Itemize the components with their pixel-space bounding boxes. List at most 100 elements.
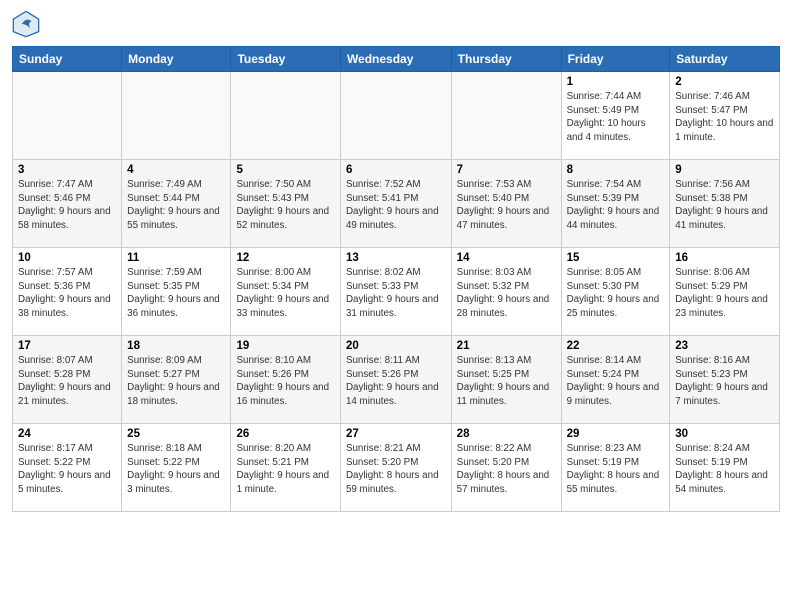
calendar-cell: 24 Sunrise: 8:17 AM Sunset: 5:22 PM Dayli… [13, 424, 122, 512]
day-number: 12 [236, 252, 334, 264]
day-info: Sunrise: 8:16 AM Sunset: 5:23 PM Dayligh… [675, 354, 774, 409]
day-info: Sunrise: 8:11 AM Sunset: 5:26 PM Dayligh… [346, 354, 446, 409]
calendar-cell: 4 Sunrise: 7:49 AM Sunset: 5:44 PM Daylig… [122, 160, 231, 248]
day-number: 13 [346, 252, 446, 264]
day-number: 7 [457, 164, 556, 176]
calendar-cell: 30 Sunrise: 8:24 AM Sunset: 5:19 PM Dayli… [670, 424, 780, 512]
calendar-header-friday: Friday [561, 47, 670, 72]
day-number: 19 [236, 340, 334, 352]
day-info: Sunrise: 8:03 AM Sunset: 5:32 PM Dayligh… [457, 266, 556, 321]
calendar-cell [340, 72, 451, 160]
day-info: Sunrise: 7:49 AM Sunset: 5:44 PM Dayligh… [127, 178, 225, 233]
day-info: Sunrise: 8:06 AM Sunset: 5:29 PM Dayligh… [675, 266, 774, 321]
day-number: 2 [675, 76, 774, 88]
calendar-week-2: 3 Sunrise: 7:47 AM Sunset: 5:46 PM Daylig… [13, 160, 780, 248]
calendar-cell: 18 Sunrise: 8:09 AM Sunset: 5:27 PM Dayli… [122, 336, 231, 424]
day-number: 4 [127, 164, 225, 176]
calendar-cell: 9 Sunrise: 7:56 AM Sunset: 5:38 PM Daylig… [670, 160, 780, 248]
day-info: Sunrise: 8:14 AM Sunset: 5:24 PM Dayligh… [567, 354, 665, 409]
calendar-cell [231, 72, 340, 160]
day-number: 3 [18, 164, 116, 176]
day-number: 15 [567, 252, 665, 264]
day-number: 18 [127, 340, 225, 352]
day-info: Sunrise: 8:22 AM Sunset: 5:20 PM Dayligh… [457, 442, 556, 497]
calendar-cell: 2Sunrise: 7:46 AM Sunset: 5:47 PM Daylig… [670, 72, 780, 160]
day-info: Sunrise: 8:07 AM Sunset: 5:28 PM Dayligh… [18, 354, 116, 409]
day-info: Sunrise: 7:56 AM Sunset: 5:38 PM Dayligh… [675, 178, 774, 233]
day-number: 1 [567, 76, 665, 88]
calendar-cell: 12 Sunrise: 8:00 AM Sunset: 5:34 PM Dayli… [231, 248, 340, 336]
calendar-week-3: 10Sunrise: 7:57 AM Sunset: 5:36 PM Dayli… [13, 248, 780, 336]
calendar-week-4: 17 Sunrise: 8:07 AM Sunset: 5:28 PM Dayli… [13, 336, 780, 424]
day-info: Sunrise: 8:05 AM Sunset: 5:30 PM Dayligh… [567, 266, 665, 321]
day-info: Sunrise: 8:09 AM Sunset: 5:27 PM Dayligh… [127, 354, 225, 409]
day-info: Sunrise: 7:50 AM Sunset: 5:43 PM Dayligh… [236, 178, 334, 233]
calendar-cell: 26 Sunrise: 8:20 AM Sunset: 5:21 PM Dayli… [231, 424, 340, 512]
day-info: Sunrise: 8:02 AM Sunset: 5:33 PM Dayligh… [346, 266, 446, 321]
day-info: Sunrise: 7:47 AM Sunset: 5:46 PM Dayligh… [18, 178, 116, 233]
calendar-week-5: 24 Sunrise: 8:17 AM Sunset: 5:22 PM Dayli… [13, 424, 780, 512]
day-info: Sunrise: 8:10 AM Sunset: 5:26 PM Dayligh… [236, 354, 334, 409]
calendar-cell: 25 Sunrise: 8:18 AM Sunset: 5:22 PM Dayli… [122, 424, 231, 512]
calendar-week-1: 1 Sunrise: 7:44 AM Sunset: 5:49 PM Daylig… [13, 72, 780, 160]
day-info: Sunrise: 8:21 AM Sunset: 5:20 PM Dayligh… [346, 442, 446, 497]
day-number: 16 [675, 252, 774, 264]
header [12, 10, 780, 38]
day-info: Sunrise: 7:52 AM Sunset: 5:41 PM Dayligh… [346, 178, 446, 233]
calendar-cell: 8 Sunrise: 7:54 AM Sunset: 5:39 PM Daylig… [561, 160, 670, 248]
calendar-header-tuesday: Tuesday [231, 47, 340, 72]
day-info: Sunrise: 8:17 AM Sunset: 5:22 PM Dayligh… [18, 442, 116, 497]
calendar-cell: 11Sunrise: 7:59 AM Sunset: 5:35 PM Dayli… [122, 248, 231, 336]
calendar-cell: 7 Sunrise: 7:53 AM Sunset: 5:40 PM Daylig… [451, 160, 561, 248]
calendar-cell: 3 Sunrise: 7:47 AM Sunset: 5:46 PM Daylig… [13, 160, 122, 248]
calendar-cell: 16 Sunrise: 8:06 AM Sunset: 5:29 PM Dayli… [670, 248, 780, 336]
calendar-cell: 15 Sunrise: 8:05 AM Sunset: 5:30 PM Dayli… [561, 248, 670, 336]
calendar: SundayMondayTuesdayWednesdayThursdayFrid… [12, 46, 780, 512]
day-number: 8 [567, 164, 665, 176]
calendar-cell: 27 Sunrise: 8:21 AM Sunset: 5:20 PM Dayli… [340, 424, 451, 512]
calendar-header-thursday: Thursday [451, 47, 561, 72]
day-number: 5 [236, 164, 334, 176]
calendar-header-wednesday: Wednesday [340, 47, 451, 72]
day-number: 30 [675, 428, 774, 440]
day-info: Sunrise: 8:00 AM Sunset: 5:34 PM Dayligh… [236, 266, 334, 321]
calendar-header-sunday: Sunday [13, 47, 122, 72]
day-number: 9 [675, 164, 774, 176]
day-number: 23 [675, 340, 774, 352]
calendar-cell: 22Sunrise: 8:14 AM Sunset: 5:24 PM Dayli… [561, 336, 670, 424]
day-info: Sunrise: 8:20 AM Sunset: 5:21 PM Dayligh… [236, 442, 334, 497]
day-info: Sunrise: 8:13 AM Sunset: 5:25 PM Dayligh… [457, 354, 556, 409]
calendar-header-row: SundayMondayTuesdayWednesdayThursdayFrid… [13, 47, 780, 72]
day-info: Sunrise: 8:24 AM Sunset: 5:19 PM Dayligh… [675, 442, 774, 497]
day-info: Sunrise: 8:18 AM Sunset: 5:22 PM Dayligh… [127, 442, 225, 497]
page: SundayMondayTuesdayWednesdayThursdayFrid… [0, 0, 792, 612]
day-info: Sunrise: 7:44 AM Sunset: 5:49 PM Dayligh… [567, 90, 665, 145]
day-number: 6 [346, 164, 446, 176]
calendar-cell [122, 72, 231, 160]
day-number: 29 [567, 428, 665, 440]
calendar-cell: 28 Sunrise: 8:22 AM Sunset: 5:20 PM Dayli… [451, 424, 561, 512]
calendar-cell: 20 Sunrise: 8:11 AM Sunset: 5:26 PM Dayli… [340, 336, 451, 424]
day-number: 24 [18, 428, 116, 440]
calendar-cell: 10Sunrise: 7:57 AM Sunset: 5:36 PM Dayli… [13, 248, 122, 336]
day-number: 14 [457, 252, 556, 264]
day-number: 27 [346, 428, 446, 440]
logo [12, 10, 44, 38]
logo-icon [12, 10, 40, 38]
day-number: 28 [457, 428, 556, 440]
day-number: 20 [346, 340, 446, 352]
day-info: Sunrise: 7:59 AM Sunset: 5:35 PM Dayligh… [127, 266, 225, 321]
calendar-header-monday: Monday [122, 47, 231, 72]
calendar-header-saturday: Saturday [670, 47, 780, 72]
day-info: Sunrise: 7:54 AM Sunset: 5:39 PM Dayligh… [567, 178, 665, 233]
day-number: 17 [18, 340, 116, 352]
calendar-cell: 19 Sunrise: 8:10 AM Sunset: 5:26 PM Dayli… [231, 336, 340, 424]
calendar-cell: 5 Sunrise: 7:50 AM Sunset: 5:43 PM Daylig… [231, 160, 340, 248]
day-info: Sunrise: 7:53 AM Sunset: 5:40 PM Dayligh… [457, 178, 556, 233]
calendar-cell: 6 Sunrise: 7:52 AM Sunset: 5:41 PM Daylig… [340, 160, 451, 248]
calendar-cell: 29Sunrise: 8:23 AM Sunset: 5:19 PM Dayli… [561, 424, 670, 512]
calendar-cell [451, 72, 561, 160]
day-number: 25 [127, 428, 225, 440]
day-number: 26 [236, 428, 334, 440]
calendar-cell: 21Sunrise: 8:13 AM Sunset: 5:25 PM Dayli… [451, 336, 561, 424]
